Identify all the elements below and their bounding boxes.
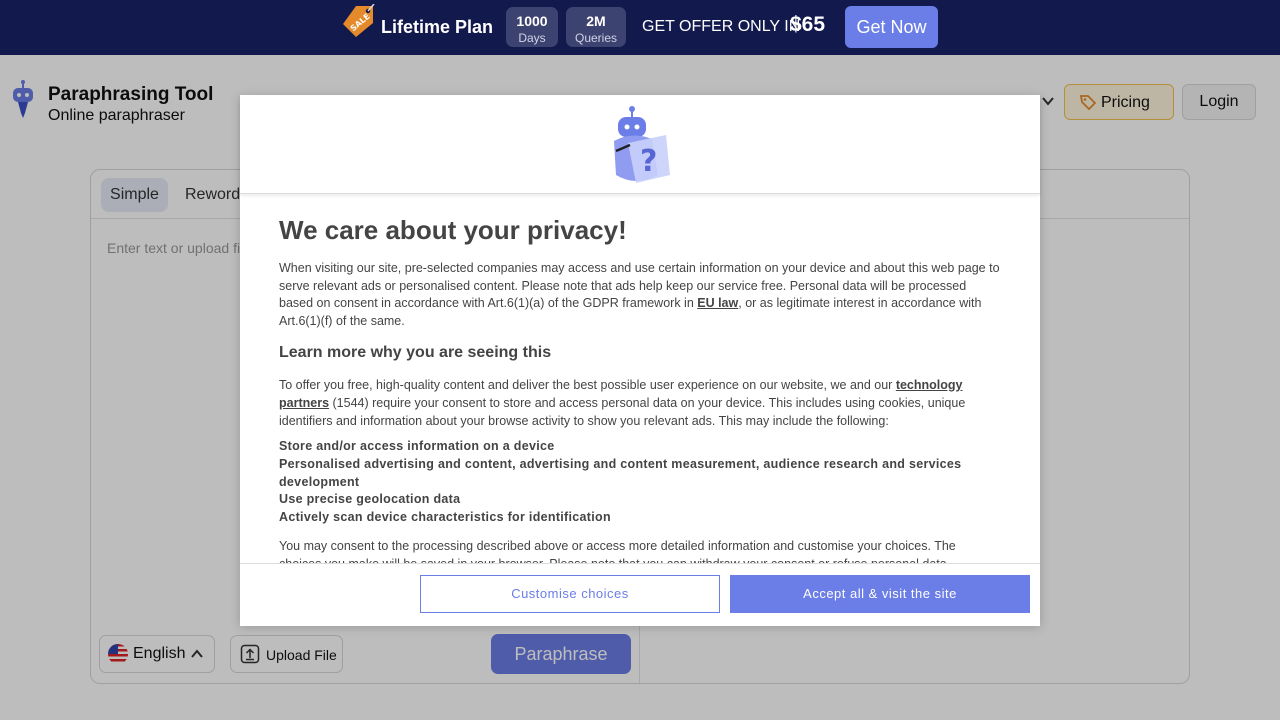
customise-choices-button[interactable]: Customise choices bbox=[420, 575, 720, 613]
purpose-item: Personalised advertising and content, ad… bbox=[279, 456, 962, 489]
robot-question-icon: ? bbox=[614, 106, 670, 183]
svg-text:?: ? bbox=[640, 144, 657, 179]
dialog-title: We care about your privacy! bbox=[279, 215, 627, 245]
queries-badge: 2M Queries bbox=[566, 7, 626, 47]
offer-text: GET OFFER ONLY IN bbox=[642, 18, 801, 35]
purpose-item: Use precise geolocation data bbox=[279, 492, 461, 507]
purpose-item: Actively scan device characteristics for… bbox=[279, 510, 611, 525]
dialog-header: ? bbox=[240, 95, 1040, 194]
intro-paragraph: When visiting our site, pre-selected com… bbox=[279, 261, 1000, 328]
purpose-item: Store and/or access information on a dev… bbox=[279, 439, 555, 453]
learn-more-heading: Learn more why you are seeing this bbox=[279, 344, 552, 361]
promo-banner: SALE Lifetime Plan 1000 Days 2M Queries … bbox=[0, 0, 1280, 55]
accept-all-button[interactable]: Accept all & visit the site bbox=[730, 575, 1030, 613]
sale-tag-icon: SALE bbox=[343, 4, 375, 37]
promo-plan-title: Lifetime Plan bbox=[381, 17, 494, 37]
dialog-body[interactable]: We care about your privacy! When visitin… bbox=[279, 193, 1001, 563]
privacy-consent-dialog: ? We care about your privacy! When visit… bbox=[240, 95, 1040, 626]
days-badge: 1000 Days bbox=[506, 7, 558, 47]
dialog-footer: Customise choices Accept all & visit the… bbox=[240, 563, 1040, 626]
choices-paragraph: You may consent to the processing descri… bbox=[279, 538, 956, 563]
partners-paragraph: To offer you free, high-quality content … bbox=[279, 378, 966, 428]
offer-price: $65 bbox=[790, 13, 826, 36]
eu-law-link[interactable]: EU law bbox=[697, 296, 738, 310]
get-now-button[interactable]: Get Now bbox=[845, 6, 938, 48]
purposes-list: Store and/or access information on a dev… bbox=[279, 438, 1001, 527]
